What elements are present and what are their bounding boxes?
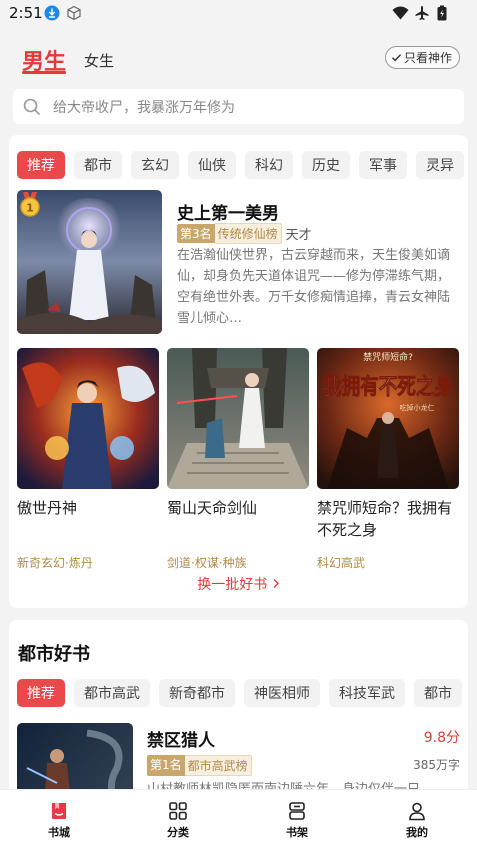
book-genre-tag: 科幻高武	[317, 556, 366, 570]
section-title: 都市好书	[18, 644, 90, 665]
chip-urban-more[interactable]: 都市	[414, 679, 462, 707]
chip-recommend[interactable]: 推荐	[17, 679, 65, 707]
book-tags: 第1名 都市高武榜	[147, 755, 252, 776]
chip-fantasy[interactable]: 玄幻	[131, 151, 179, 179]
chip-scifi[interactable]: 科幻	[245, 151, 293, 179]
cover-subtitle-text: 禁咒师短命?	[363, 351, 413, 363]
book-genre-tag: 剑道·权谋·种族	[167, 556, 247, 570]
nav-category[interactable]: 分类	[138, 790, 218, 848]
featured-book-title[interactable]: 史上第一美男	[177, 199, 279, 224]
bottom-nav: 书城 分类 书架 我的	[0, 789, 477, 848]
urban-category-chips: 推荐 都市高武 新奇都市 神医相师 科技军武 都市	[17, 679, 462, 707]
book-cover[interactable]	[17, 348, 159, 489]
nav-profile[interactable]: 我的	[377, 790, 457, 848]
nav-bookstore-label: 书城	[48, 826, 70, 839]
book-cover-art	[17, 348, 159, 489]
featured-book-tags: 第3名 传统修仙榜 天才	[177, 223, 312, 244]
chip-xianxia[interactable]: 仙侠	[188, 151, 236, 179]
search-bar[interactable]: 给大帝收尸，我暴涨万年修为	[13, 89, 464, 124]
search-icon	[23, 98, 41, 115]
battery-icon	[437, 5, 447, 21]
book-title[interactable]: 禁区猎人	[147, 726, 215, 751]
book-title[interactable]: 傲世丹神	[17, 497, 159, 545]
chip-urban[interactable]: 都市	[74, 151, 122, 179]
rank-badge: 第1名	[147, 755, 185, 776]
book-cover-art	[167, 348, 309, 489]
wifi-icon	[392, 6, 409, 20]
book-genre-tag: 新奇玄幻·炼丹	[17, 556, 93, 570]
active-tab-indicator	[22, 71, 66, 74]
search-placeholder: 给大帝收尸，我暴涨万年修为	[53, 99, 235, 116]
top-bar: 男生 女生 只看神作	[0, 38, 477, 78]
profile-icon	[409, 802, 425, 821]
book-item[interactable]: 傲世丹神 新奇玄幻·炼丹	[17, 348, 159, 571]
nav-bookshelf[interactable]: 书架	[257, 790, 337, 848]
rank-badge: 第3名	[177, 224, 215, 243]
book-word-count: 385万字	[413, 758, 460, 772]
bookstore-icon	[52, 803, 66, 819]
featured-book-author: 天才	[285, 228, 312, 243]
chip-tech-military[interactable]: 科技军武	[329, 679, 405, 707]
status-time: 2:51	[9, 4, 43, 22]
book-cover-art: 禁咒师短命? 我拥有不死之身 吃掉小龙仁	[317, 348, 459, 489]
rank-list-badge[interactable]: 都市高武榜	[184, 755, 252, 776]
airplane-mode-icon	[415, 6, 429, 20]
cover-title-text: 我拥有不死之身	[323, 374, 453, 400]
tab-female[interactable]: 女生	[84, 50, 114, 71]
chip-supernatural[interactable]: 灵异	[416, 151, 464, 179]
category-chips: 推荐 都市 玄幻 仙侠 科幻 历史 军事 灵异	[17, 151, 464, 179]
book-cover[interactable]	[167, 348, 309, 489]
featured-book-description: 在浩瀚仙侠世界，古云穿越而来，天生俊美如谪仙，却身负先天道体诅咒——修为停滞练气…	[177, 248, 451, 326]
nav-bookshelf-label: 书架	[286, 826, 308, 839]
chip-history[interactable]: 历史	[302, 151, 350, 179]
chip-urban-combat[interactable]: 都市高武	[74, 679, 150, 707]
book-cover[interactable]: 禁咒师短命? 我拥有不死之身 吃掉小龙仁	[317, 348, 459, 489]
nav-category-label: 分类	[167, 826, 189, 839]
book-title[interactable]: 禁咒师短命？我拥有不死之身	[317, 497, 459, 545]
refresh-books-label: 换一批好书	[197, 577, 268, 593]
refresh-books-link[interactable]: 换一批好书	[9, 574, 468, 594]
book-title[interactable]: 蜀山天命剑仙	[167, 497, 309, 545]
rank-medal-icon: 1	[20, 192, 40, 217]
status-bar: 2:51	[0, 0, 477, 28]
chip-doctor[interactable]: 神医相师	[244, 679, 320, 707]
category-grid-icon	[169, 802, 187, 820]
chip-recommend[interactable]: 推荐	[17, 151, 65, 179]
featured-book-cover[interactable]: 1	[17, 190, 162, 334]
book-score: 9.8分	[423, 730, 460, 746]
download-notification-icon	[44, 5, 60, 21]
cover-author-text: 吃掉小龙仁	[400, 403, 435, 412]
chevron-right-icon	[273, 579, 279, 588]
only-classics-label: 只看神作	[403, 51, 452, 65]
check-icon	[391, 54, 402, 62]
chip-novel-urban[interactable]: 新奇都市	[159, 679, 235, 707]
nav-bookstore[interactable]: 书城	[19, 790, 99, 848]
book-grid: 傲世丹神 新奇玄幻·炼丹 蜀山天命剑仙 剑道·权谋·种族 禁咒师短命? 我拥有不…	[17, 348, 459, 571]
chip-military[interactable]: 军事	[359, 151, 407, 179]
bookshelf-icon	[289, 802, 305, 820]
recommend-card: 推荐 都市 玄幻 仙侠 科幻 历史 军事 灵异 1 史上第一美男 第3名 传统修…	[9, 135, 468, 608]
nav-profile-label: 我的	[406, 826, 428, 839]
only-classics-button[interactable]: 只看神作	[384, 46, 460, 69]
cube-notification-icon	[67, 5, 81, 21]
rank-list-badge[interactable]: 传统修仙榜	[214, 223, 282, 244]
book-item[interactable]: 禁咒师短命? 我拥有不死之身 吃掉小龙仁 禁咒师短命？我拥有不死之身 科幻高武	[317, 348, 459, 571]
book-item[interactable]: 蜀山天命剑仙 剑道·权谋·种族	[167, 348, 309, 571]
rank-medal-number: 1	[26, 202, 34, 215]
